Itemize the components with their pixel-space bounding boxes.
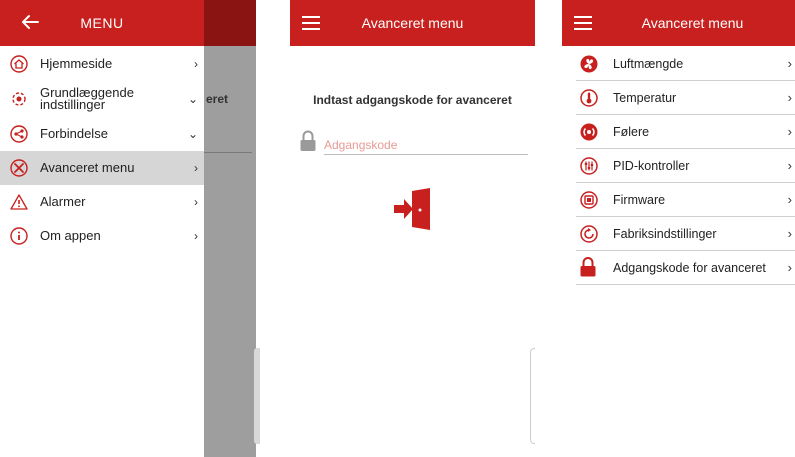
drawer-item-label: Hjemmeside xyxy=(40,56,113,71)
dimmed-text: eret xyxy=(206,92,229,106)
card-edge xyxy=(530,348,535,444)
drawer-header: MENU xyxy=(0,0,204,46)
info-icon xyxy=(10,227,28,245)
chevron-right-icon: › xyxy=(787,192,792,207)
chevron-right-icon: › xyxy=(194,57,198,71)
chevron-down-icon: ⌄ xyxy=(187,92,198,106)
basic-settings-icon xyxy=(10,90,28,108)
drawer-item-grundlaeggende-indstillinger[interactable]: Grundlæggende indstillinger ⌄ xyxy=(0,81,204,117)
page-title: Avanceret menu xyxy=(641,15,744,31)
menu-item-luftmaengde[interactable]: Luftmængde › xyxy=(576,47,795,81)
drawer-item-alarmer[interactable]: Alarmer › xyxy=(0,185,204,219)
menu-item-label: Luftmængde xyxy=(613,57,684,71)
menu-item-pid-kontroller[interactable]: PID-kontroller › xyxy=(576,149,795,183)
password-screen: Avanceret menu Indtast adgangskode for a… xyxy=(290,0,535,457)
menu-item-label: Adgangskode for avanceret xyxy=(613,261,766,275)
drawer-item-label: Grundlæggende indstillinger xyxy=(40,85,134,112)
password-prompt: Indtast adgangskode for avanceret xyxy=(313,93,512,107)
menu-item-label: Firmware xyxy=(613,193,666,207)
login-door-icon[interactable] xyxy=(392,188,432,230)
drawer-item-avanceret-menu[interactable]: Avanceret menu › xyxy=(0,151,204,185)
sensor-icon xyxy=(580,123,598,141)
menu-item-temperatur[interactable]: Temperatur › xyxy=(576,81,795,115)
drawer-title: MENU xyxy=(80,15,124,31)
drawer-item-hjemmeside[interactable]: Hjemmeside › xyxy=(0,47,204,81)
drawer-item-label: Forbindelse xyxy=(40,126,108,141)
menu-item-firmware[interactable]: Firmware › xyxy=(576,183,795,217)
drawer-item-forbindelse[interactable]: Forbindelse ⌄ xyxy=(0,117,204,151)
chevron-right-icon: › xyxy=(787,90,792,105)
chevron-right-icon: › xyxy=(194,229,198,243)
firmware-icon xyxy=(580,191,598,209)
menu-item-label: Fabriksindstillinger xyxy=(613,227,717,241)
chevron-down-icon: ⌄ xyxy=(187,127,198,141)
chevron-right-icon: › xyxy=(787,260,792,275)
fan-icon xyxy=(580,55,598,73)
chevron-right-icon: › xyxy=(787,56,792,71)
menu-item-label: Temperatur xyxy=(613,91,677,105)
drawer-item-om-appen[interactable]: Om appen › xyxy=(0,219,204,253)
dimmed-card-edge xyxy=(254,348,260,444)
menu-item-fabriksindstillinger[interactable]: Fabriksindstillinger › xyxy=(576,217,795,251)
password-input[interactable] xyxy=(324,135,528,155)
chevron-right-icon: › xyxy=(787,124,792,139)
menu-item-foelere[interactable]: Følere › xyxy=(576,115,795,149)
thermometer-icon xyxy=(580,89,598,107)
tools-icon xyxy=(10,159,28,177)
warning-icon xyxy=(10,193,28,211)
lock-icon xyxy=(300,130,316,152)
dimmed-background-content[interactable]: eret xyxy=(204,0,260,457)
drawer-item-label: Alarmer xyxy=(40,194,86,209)
app-bar: Avanceret menu xyxy=(562,0,795,46)
menu-item-label: PID-kontroller xyxy=(613,159,690,173)
drawer-item-label: Avanceret menu xyxy=(40,160,135,175)
factory-reset-icon xyxy=(580,225,598,243)
lock-icon xyxy=(580,257,598,277)
chevron-right-icon: › xyxy=(194,195,198,209)
drawer-item-label: Om appen xyxy=(40,228,101,243)
chevron-right-icon: › xyxy=(787,226,792,241)
chevron-right-icon: › xyxy=(787,158,792,173)
menu-item-adgangskode-for-avanceret[interactable]: Adgangskode for avanceret › xyxy=(576,251,795,285)
dimmed-app-bar xyxy=(204,0,256,46)
menu-item-label: Følere xyxy=(613,125,650,139)
advanced-menu-screen: Avanceret menu Luftmængde › Temperatur ›… xyxy=(562,0,795,457)
app-bar: Avanceret menu xyxy=(290,0,535,46)
pid-controller-icon xyxy=(580,157,598,175)
dimmed-divider xyxy=(204,152,252,153)
page-title: Avanceret menu xyxy=(361,15,464,31)
navigation-drawer: MENU Hjemmeside › Grundlæggende indstill… xyxy=(0,0,204,457)
chevron-right-icon: › xyxy=(194,161,198,175)
navigation-drawer-screen: eret MENU Hjemmeside › Grundlæggende ind… xyxy=(0,0,260,457)
share-icon xyxy=(10,125,28,143)
home-icon xyxy=(10,55,28,73)
